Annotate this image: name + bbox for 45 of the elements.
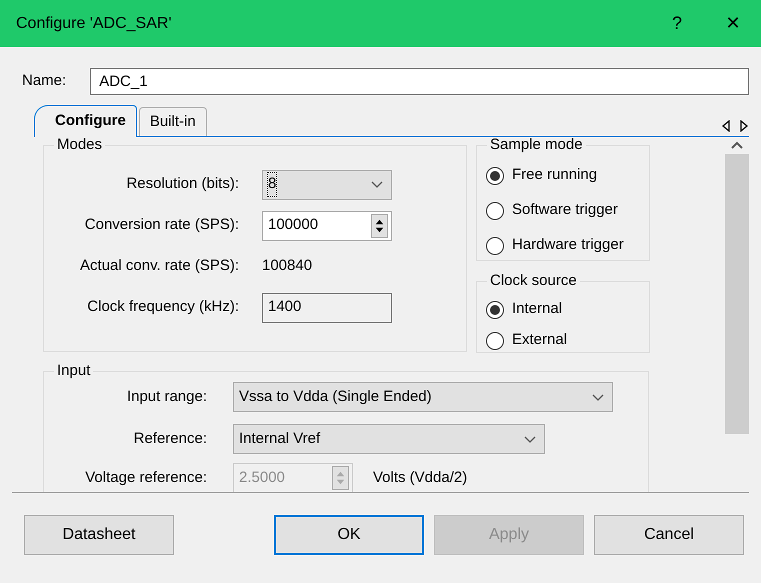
chevron-down-icon <box>371 181 383 188</box>
field-label: Voltage reference: <box>84 468 208 488</box>
tab[interactable]: Built-in <box>138 106 207 136</box>
field-label: Actual conv. rate (SPS): <box>79 256 240 276</box>
radio-button[interactable] <box>486 202 504 220</box>
radio-option[interactable]: Internal <box>477 294 649 325</box>
field-label: Input range: <box>126 386 208 407</box>
dialog-button[interactable]: Datasheet <box>24 515 174 555</box>
field-label: Reference: <box>132 428 208 449</box>
unit-label: Volts (Vdda/2) <box>373 468 468 488</box>
radio-button[interactable] <box>486 332 504 350</box>
field-label: Conversion rate (SPS): <box>84 215 240 236</box>
window-title: Configure 'ADC_SAR' <box>16 14 173 34</box>
radio-option[interactable]: Free running <box>477 158 649 193</box>
radio-button[interactable] <box>486 300 504 318</box>
radio-button[interactable] <box>486 236 504 254</box>
field-label: Resolution (bits): <box>125 174 240 194</box>
field-label: Clock frequency (kHz): <box>86 297 240 318</box>
value-text: 100840 <box>262 256 312 276</box>
close-button[interactable]: ✕ <box>705 0 761 47</box>
scroll-up-icon[interactable] <box>731 141 743 150</box>
dialog-button[interactable]: Cancel <box>594 515 744 555</box>
spin-up-icon[interactable] <box>375 218 384 226</box>
left-arrow-icon[interactable] <box>721 120 731 132</box>
dropdown[interactable]: Vssa to Vdda (Single Ended) <box>233 382 613 412</box>
name-field[interactable]: ADC_1 <box>90 68 749 95</box>
radio-option[interactable]: Software trigger <box>477 193 649 228</box>
radio-option[interactable]: External <box>477 325 649 356</box>
dialog-button[interactable]: OK <box>274 515 424 555</box>
tab[interactable]: Configure <box>34 104 137 137</box>
group-label: Sample mode <box>487 137 586 153</box>
spin-down-icon[interactable] <box>375 226 384 234</box>
group-label: Input <box>54 363 94 379</box>
right-arrow-icon[interactable] <box>739 120 749 132</box>
radio-button[interactable] <box>486 166 504 184</box>
help-button[interactable]: ? <box>649 0 705 47</box>
scroll-thumb[interactable] <box>725 154 749 434</box>
spinner-field[interactable]: 100000 <box>262 210 392 240</box>
radio-option[interactable]: Hardware trigger <box>477 228 649 263</box>
name-label: Name: <box>22 71 66 92</box>
chevron-down-icon <box>592 394 604 400</box>
dropdown[interactable]: Internal Vref <box>233 424 545 454</box>
dropdown[interactable]: 8 <box>262 170 392 200</box>
chevron-down-icon <box>524 436 536 442</box>
text-field[interactable]: 1400 <box>262 292 392 322</box>
